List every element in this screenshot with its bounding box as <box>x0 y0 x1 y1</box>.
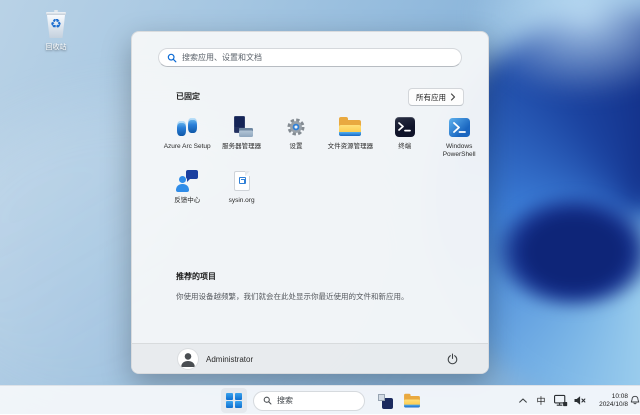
start-button[interactable] <box>221 388 247 413</box>
ime-indicator[interactable]: 中 <box>532 389 550 412</box>
pinned-app-label: 终端 <box>378 143 432 151</box>
notifications-button[interactable] <box>628 389 640 412</box>
recommended-empty-text: 你使用设备越频繁，我们就会在此处显示你最近使用的文件和新应用。 <box>176 291 458 302</box>
start-menu-user-bar: Administrator <box>132 343 488 373</box>
start-menu: 已固定 所有应用 Azure Arc Setup 服务器管理器 <box>131 31 489 374</box>
recycle-arrows-icon: ♻ <box>43 17 69 31</box>
pinned-app-settings[interactable]: 设置 <box>269 112 323 166</box>
feedback-hub-icon <box>175 170 199 192</box>
chevron-up-icon <box>518 396 528 405</box>
pinned-app-server-manager[interactable]: 服务器管理器 <box>214 112 268 166</box>
ethernet-network-icon <box>553 394 568 407</box>
powershell-icon <box>449 118 470 137</box>
network-icon[interactable] <box>550 389 570 412</box>
web-shortcut-icon <box>234 171 250 191</box>
pinned-section-header: 已固定 <box>176 91 200 102</box>
taskbar-server-manager-button[interactable] <box>372 388 398 413</box>
user-name-label: Administrator <box>206 355 253 364</box>
pinned-app-windows-powershell[interactable]: Windows PowerShell <box>432 112 486 166</box>
clock-date: 2024/10/8 <box>590 401 628 409</box>
file-explorer-folder-icon <box>338 116 362 138</box>
clock-time: 10:08 <box>590 393 628 401</box>
terminal-icon <box>395 117 415 137</box>
start-search-input[interactable] <box>182 53 453 62</box>
volume-icon[interactable] <box>570 389 590 412</box>
file-explorer-folder-icon <box>403 393 420 409</box>
pinned-app-sysin-org[interactable]: sysin.org <box>214 166 268 220</box>
taskbar-file-explorer-button[interactable] <box>399 388 425 413</box>
pinned-app-label: Azure Arc Setup <box>160 143 214 151</box>
search-icon <box>263 396 272 405</box>
start-search-box[interactable] <box>158 48 462 67</box>
power-button[interactable] <box>442 349 462 369</box>
recycle-bin-icon: ♻ <box>43 10 69 40</box>
pinned-app-terminal[interactable]: 终端 <box>378 112 432 166</box>
recommended-section-header: 推荐的项目 <box>176 271 216 282</box>
hidden-icons-button[interactable] <box>514 389 532 412</box>
settings-gear-icon <box>285 116 307 138</box>
user-account-button[interactable] <box>178 349 198 369</box>
speaker-muted-icon <box>573 395 587 406</box>
taskbar: 搜索 中 10 <box>0 385 640 414</box>
pinned-app-label: sysin.org <box>215 197 269 205</box>
server-manager-icon <box>377 393 393 409</box>
pinned-app-label: 设置 <box>269 143 323 151</box>
all-apps-label: 所有应用 <box>416 92 446 103</box>
recycle-bin-label: 回收站 <box>26 42 86 52</box>
bell-icon <box>629 394 640 407</box>
chevron-right-icon <box>450 93 456 101</box>
pinned-app-azure-arc-setup[interactable]: Azure Arc Setup <box>160 112 214 166</box>
taskbar-search-box[interactable]: 搜索 <box>253 391 365 411</box>
server-manager-icon <box>230 115 254 139</box>
search-icon <box>167 53 177 63</box>
pinned-app-file-explorer[interactable]: 文件资源管理器 <box>323 112 377 166</box>
power-icon <box>446 353 459 366</box>
pinned-app-label: 反馈中心 <box>160 197 214 205</box>
user-avatar-icon <box>178 349 198 369</box>
pinned-app-label: Windows PowerShell <box>432 143 486 159</box>
pinned-apps-grid: Azure Arc Setup 服务器管理器 设置 文件资源管理器 <box>160 112 486 220</box>
recycle-bin-desktop-icon[interactable]: ♻ 回收站 <box>26 10 86 52</box>
pinned-app-label: 文件资源管理器 <box>323 143 377 151</box>
taskbar-search-label: 搜索 <box>277 395 293 406</box>
azure-arc-icon <box>176 118 198 137</box>
taskbar-clock[interactable]: 10:08 2024/10/8 <box>590 389 628 412</box>
all-apps-button[interactable]: 所有应用 <box>408 88 464 106</box>
windows-logo-icon <box>226 393 242 409</box>
pinned-app-feedback-hub[interactable]: 反馈中心 <box>160 166 214 220</box>
pinned-app-label: 服务器管理器 <box>215 143 269 151</box>
